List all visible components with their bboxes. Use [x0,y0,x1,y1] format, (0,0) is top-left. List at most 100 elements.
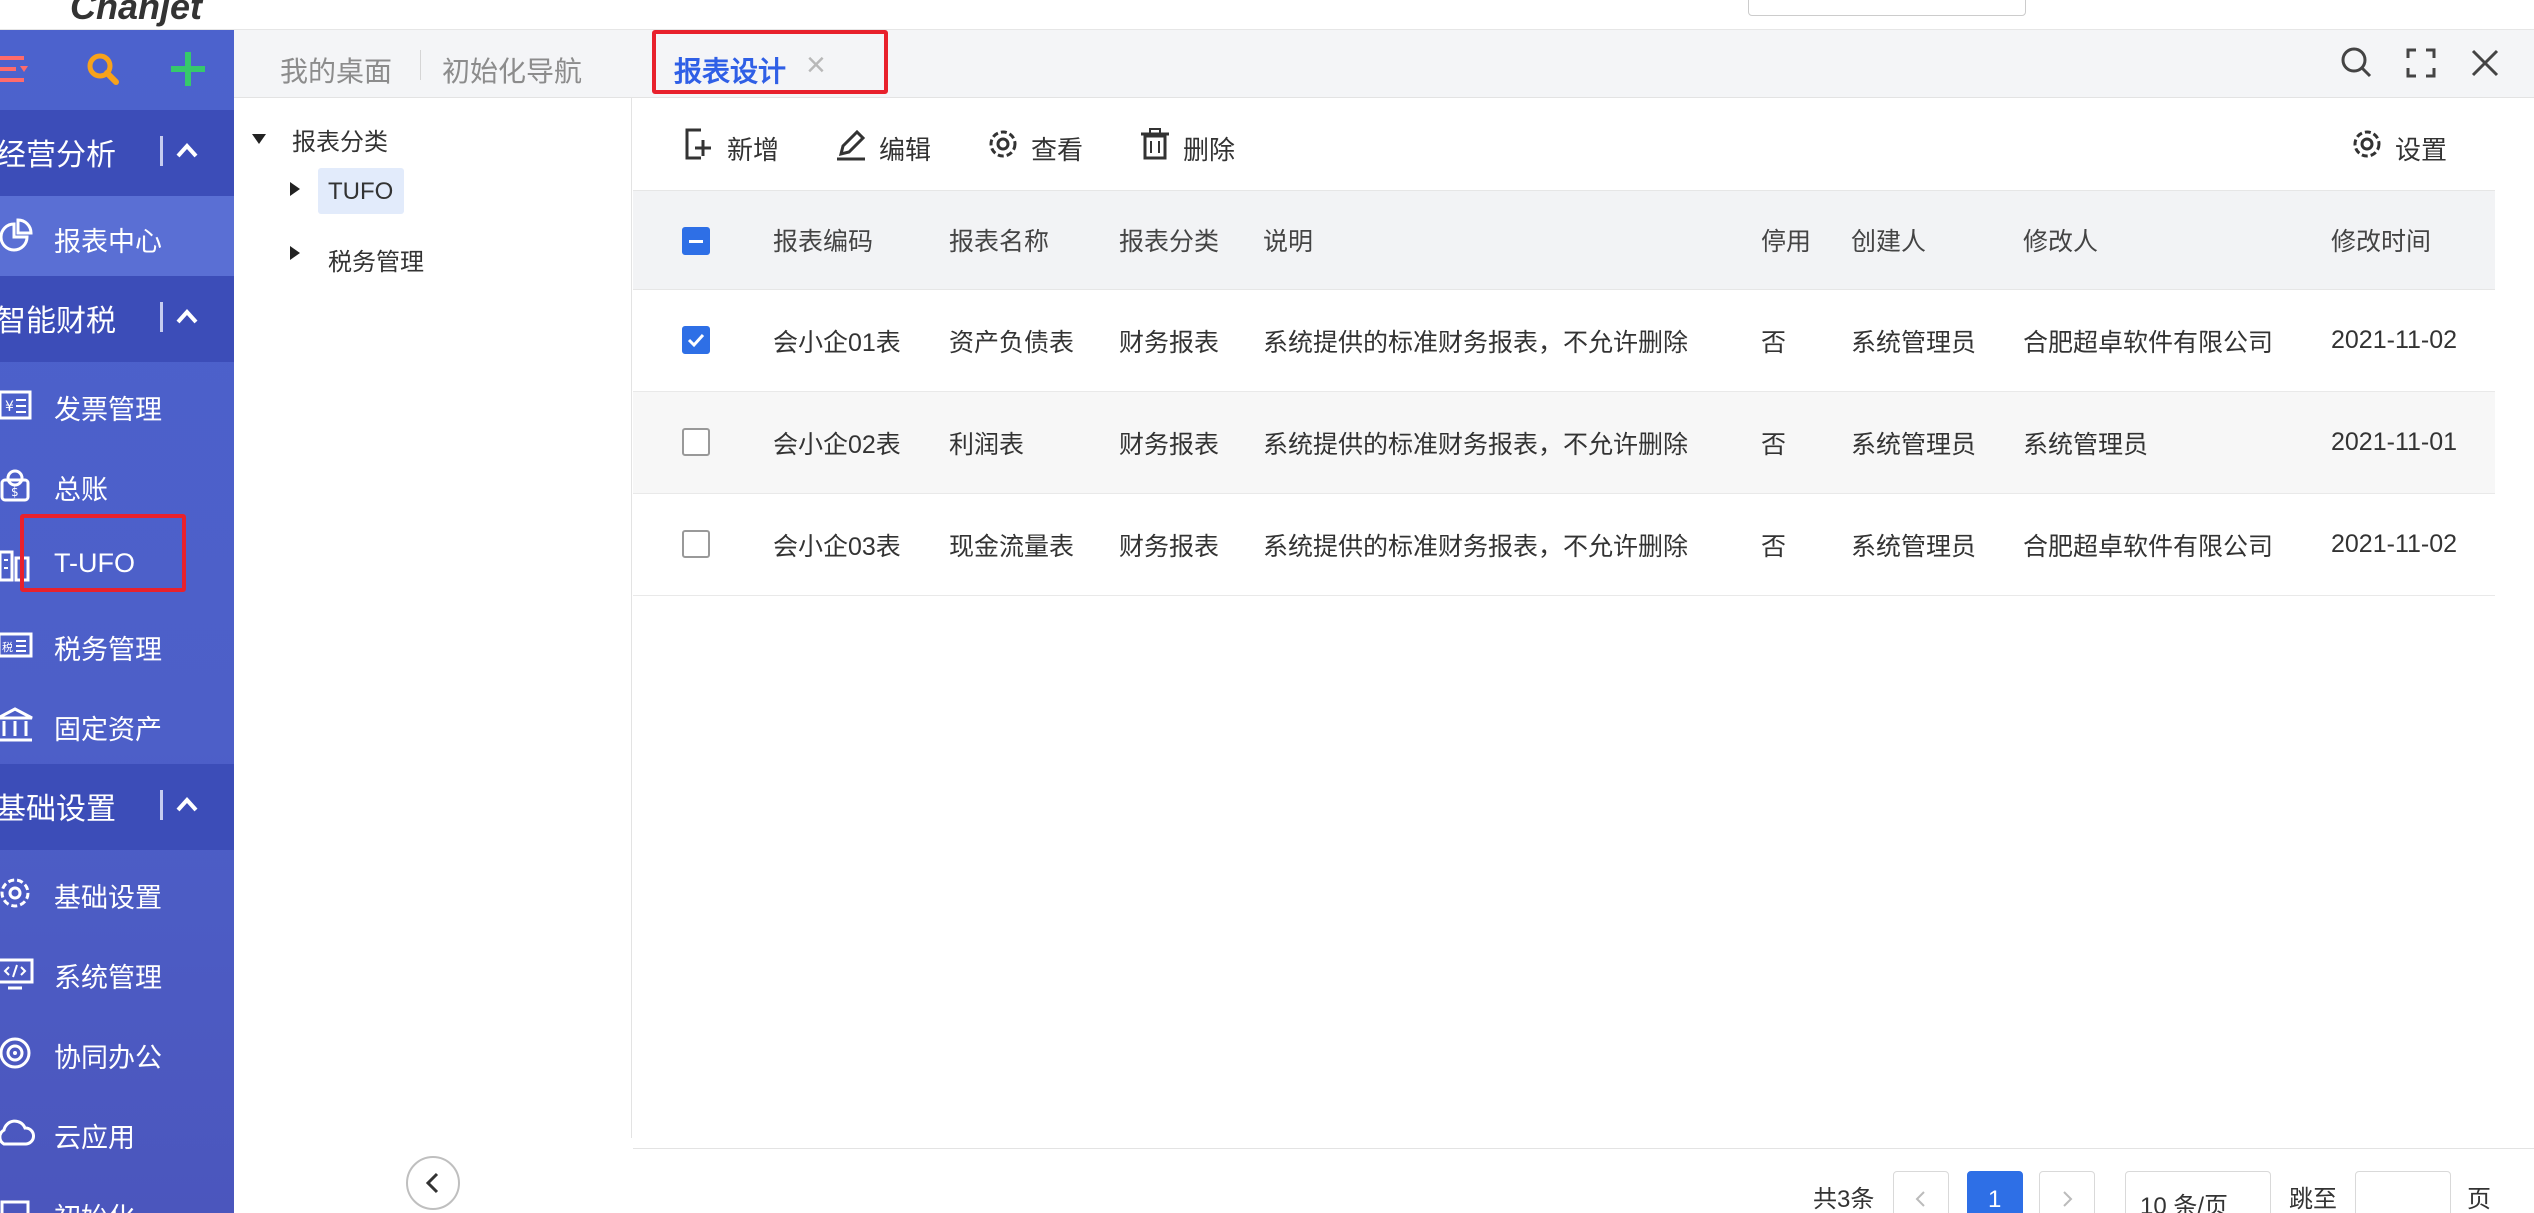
cell-modifier: 合肥超卓软件有限公司 [2023,532,2274,561]
next-page-button[interactable] [2039,1171,2095,1213]
column-header[interactable]: 报表编码 [773,191,873,289]
sidebar-item-collab[interactable]: 协同办公 [0,1012,234,1092]
search-icon[interactable] [82,48,126,92]
header-search-input[interactable] [1748,0,2026,16]
sidebar-item-label: 税务管理 [54,635,162,665]
cell-description: 系统提供的标准财务报表，不允许删除 [1263,430,1689,459]
add-label: 新增 [727,135,780,165]
cell-modifier: 合肥超卓软件有限公司 [2023,328,2274,357]
settings-label: 设置 [2395,135,2448,165]
table-row[interactable]: 会小企02表 利润表 财务报表 系统提供的标准财务报表，不允许删除 否 系统管理… [633,392,2495,494]
tree-node-tufo[interactable]: TUFO [328,178,393,206]
chevron-up-icon[interactable] [170,300,204,334]
column-header[interactable]: 创建人 [1851,191,1926,289]
menu-icon[interactable] [0,48,38,92]
svg-text:$: $ [11,485,19,499]
tab-separator [420,50,421,80]
section-label: 经营分析 [0,139,116,172]
column-header[interactable]: 修改人 [2023,191,2098,289]
page-size-select[interactable]: 10 条/页 [2125,1171,2271,1213]
sidebar-item-init[interactable]: 初始化 [0,1172,234,1213]
caret-down-icon[interactable] [252,134,266,144]
section-divider [160,302,163,332]
table-header: 报表编码 报表名称 报表分类 说明 停用 创建人 修改人 修改时间 [633,190,2495,290]
app-logo: Chanjet [70,0,203,27]
row-checkbox[interactable] [682,428,710,456]
cell-code: 会小企02表 [773,430,901,459]
page-number-button[interactable]: 1 [1967,1171,2023,1213]
cell-category: 财务报表 [1119,328,1220,357]
sidebar-item-report-center[interactable]: 报表中心 [0,196,234,276]
cloud-icon [0,1112,36,1154]
row-checkbox[interactable] [682,530,710,558]
sidebar-item-label: 总账 [54,475,108,505]
cell-disabled: 否 [1761,430,1787,459]
sidebar-item-label: 协同办公 [54,1043,162,1073]
edit-button[interactable]: 编辑 [833,122,933,166]
sidebar-section-finance-tax[interactable]: 智能财税 [0,276,234,362]
add-icon[interactable] [166,48,210,92]
section-label: 智能财税 [0,305,116,338]
caret-right-icon[interactable] [290,246,300,260]
system-icon [0,952,36,994]
sidebar-item-invoice[interactable]: ¥ 发票管理 [0,364,234,444]
main-content: 新增 编辑 查看 删除 设置 报表编码 报表名称 报表分类 说明 停用 创建人 … [633,98,2534,1213]
tax-icon: 税 [0,624,36,666]
close-icon[interactable] [2464,42,2506,84]
add-button[interactable]: 新增 [681,122,781,166]
tab-init-nav[interactable]: 初始化导航 [442,50,582,90]
jump-label: 跳至 [2289,1186,2337,1213]
pagination-bar: 共3条 1 10 条/页 跳至 页 [633,1148,2534,1213]
column-header[interactable]: 报表名称 [949,191,1049,289]
sidebar-item-label: 固定资产 [54,715,162,745]
edit-label: 编辑 [879,135,932,165]
view-label: 查看 [1031,135,1084,165]
settings-icon [0,872,36,914]
sidebar-item-tufo[interactable]: T-UFO [0,524,234,604]
prev-page-button[interactable] [1893,1171,1949,1213]
chevron-up-icon[interactable] [170,788,204,822]
cell-modified-time: 2021-11-01 [2331,428,2458,456]
sidebar-section-basic-settings[interactable]: 基础设置 [0,764,234,850]
invoice-icon: ¥ [0,384,36,426]
sidebar-item-tax[interactable]: 税 税务管理 [0,604,234,684]
pencil-icon [833,126,869,162]
settings-button[interactable]: 设置 [2349,122,2459,166]
cell-creator: 系统管理员 [1851,532,1977,561]
cell-code: 会小企03表 [773,532,901,561]
section-divider [160,136,163,166]
row-checkbox[interactable] [682,326,710,354]
fullscreen-icon[interactable] [2400,42,2442,84]
cell-name: 现金流量表 [949,532,1075,561]
view-button[interactable]: 查看 [985,122,1085,166]
top-header: Chanjet [0,0,2534,30]
search-icon[interactable] [2336,42,2378,84]
column-header[interactable]: 修改时间 [2331,191,2431,289]
jump-page-input[interactable] [2355,1171,2451,1213]
tab-my-desktop[interactable]: 我的桌面 [280,50,392,90]
caret-right-icon[interactable] [290,182,300,196]
cell-category: 财务报表 [1119,532,1220,561]
delete-button[interactable]: 删除 [1137,122,1237,166]
sidebar-section-analysis[interactable]: 经营分析 [0,110,234,196]
sidebar-item-fixed-assets[interactable]: 固定资产 [0,684,234,764]
tree-node-tax[interactable]: 税务管理 [328,242,424,277]
toolbar: 新增 编辑 查看 删除 设置 [633,98,2534,190]
table-row[interactable]: 会小企01表 资产负债表 财务报表 系统提供的标准财务报表，不允许删除 否 系统… [633,290,2495,392]
sidebar-item-ledger[interactable]: $ 总账 [0,444,234,524]
chevron-up-icon[interactable] [170,134,204,168]
column-header[interactable]: 说明 [1263,191,1313,289]
minus-icon [689,240,703,243]
init-icon [0,1192,36,1213]
sidebar-item-cloud[interactable]: 云应用 [0,1092,234,1172]
column-header[interactable]: 报表分类 [1119,191,1219,289]
table-row[interactable]: 会小企03表 现金流量表 财务报表 系统提供的标准财务报表，不允许删除 否 系统… [633,494,2495,596]
sidebar-item-basic-settings[interactable]: 基础设置 [0,852,234,932]
sidebar-item-system[interactable]: 系统管理 [0,932,234,1012]
column-header[interactable]: 停用 [1761,191,1811,289]
close-tab-icon[interactable]: × [806,46,826,85]
tab-report-design[interactable]: 报表设计 [674,50,786,90]
select-all-checkbox[interactable] [682,227,710,255]
tree-root[interactable]: 报表分类 [292,122,388,157]
collapse-panel-button[interactable] [406,1156,460,1210]
